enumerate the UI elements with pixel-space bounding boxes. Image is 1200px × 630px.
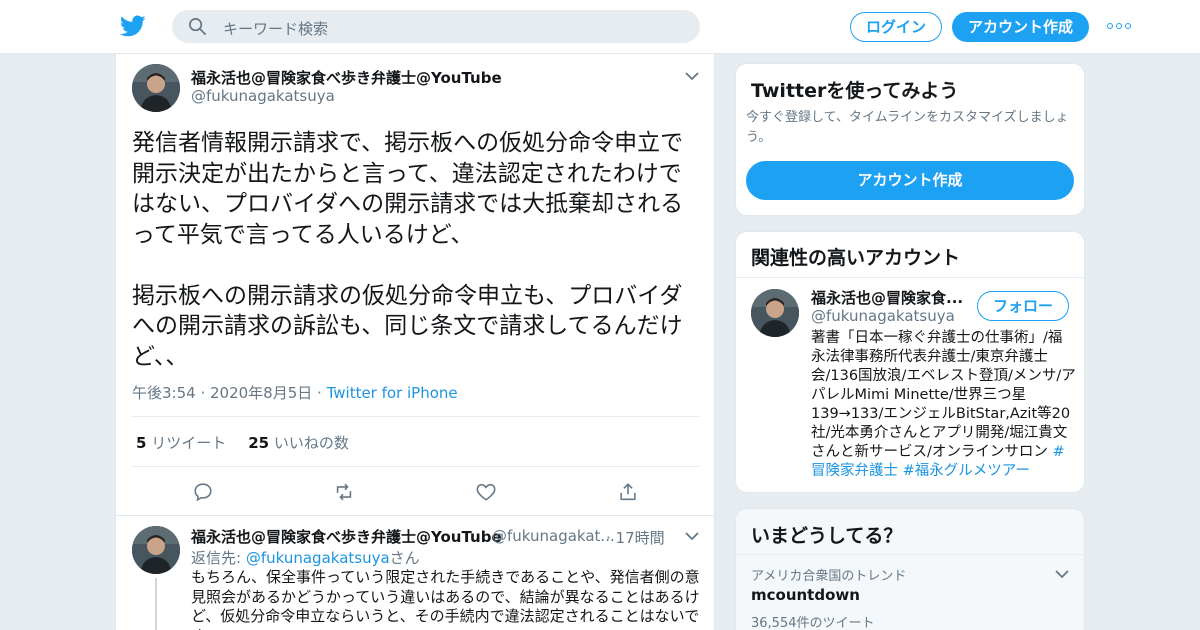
retweet-count[interactable]: 5 [136, 434, 146, 452]
reply-text: もちろん、保全事件っていう限定された手続きであることや、発信者側の意見照会がある… [191, 568, 700, 630]
heart-icon[interactable] [475, 481, 497, 503]
related-account-handle[interactable]: @fukunagakatsuya [811, 307, 955, 325]
trend-category: アメリカ合衆国のトレンド [751, 569, 907, 584]
search-placeholder[interactable]: キーワード検索 [223, 18, 328, 39]
tweet-source[interactable]: Twitter for iPhone [327, 384, 458, 402]
related-accounts-card: 関連性の高いアカウント 福永活也@冒険家食... @fukunagakatsuy… [735, 231, 1085, 493]
divider [131, 466, 700, 467]
related-card-title: 関連性の高いアカウント [751, 247, 961, 269]
avatar[interactable] [132, 64, 180, 112]
twitter-bird-icon[interactable] [120, 13, 146, 39]
reply-to-handle[interactable]: @fukunagakatsuya [246, 549, 390, 567]
reply-author-name[interactable]: 福永活也@冒険家食べ歩き弁護士@YouTube [191, 526, 502, 547]
retweet-icon[interactable] [333, 481, 355, 503]
signup-button[interactable]: アカウント作成 [952, 12, 1089, 42]
more-dots-icon[interactable] [1107, 23, 1131, 31]
avatar[interactable] [751, 289, 799, 337]
like-count[interactable]: 25 [248, 434, 269, 452]
signup-card: Twitterを使ってみよう 今すぐ登録して、タイムラインをカスタマイズしましょ… [735, 63, 1085, 216]
related-account-name[interactable]: 福永活也@冒険家食... [811, 287, 963, 308]
divider [116, 515, 714, 516]
tweet-author-name[interactable]: 福永活也@冒険家食べ歩き弁護士@YouTube [191, 67, 502, 88]
top-navigation-bar: キーワード検索 ログイン アカウント作成 [0, 0, 1200, 54]
trends-card: いまどうしてる？ アメリカ合衆国のトレンド mcountdown 36,554件… [735, 508, 1085, 630]
chevron-down-icon[interactable] [685, 531, 699, 541]
signup-card-subtitle: 今すぐ登録して、タイムラインをカスタマイズしましょう。 [746, 110, 1069, 145]
tweet-meta: 午後3:54 · 2020年8月5日 · Twitter for iPhone [132, 384, 458, 402]
reply-to-suffix: さん [389, 549, 420, 567]
divider [736, 277, 1084, 278]
trend-tweet-count: 36,554件のツイート [751, 616, 875, 630]
tweet-date[interactable]: 2020年8月5日 [210, 384, 312, 402]
thread-line [155, 578, 157, 630]
chevron-down-icon[interactable] [1055, 569, 1069, 579]
tweet-time[interactable]: 午後3:54 [132, 384, 196, 402]
reply-to-label: 返信先: [191, 549, 242, 567]
divider [736, 554, 1084, 555]
hashtag-link[interactable]: #福永グルメツアー [903, 463, 1030, 479]
related-account-bio: 著書「日本一稼ぐ弁護士の仕事術」/福永法律事務所代表弁護士/東京弁護士会/136… [811, 329, 1076, 481]
signup-card-button[interactable]: アカウント作成 [746, 161, 1074, 200]
reply-time-value[interactable]: 17時間 [616, 529, 665, 547]
signup-card-title: Twitterを使ってみよう [751, 80, 959, 102]
reply-time[interactable]: · 17時間 [606, 527, 665, 548]
follow-button[interactable]: フォロー [977, 291, 1069, 321]
trend-name[interactable]: mcountdown [751, 586, 860, 604]
tweet-text: 発信者情報開示請求で、掲示板への仮処分命令申立で 開示決定が出たからと言って、違… [132, 130, 684, 370]
like-label[interactable]: いいねの数 [274, 434, 349, 452]
reply-to-line: 返信先: @fukunagakatsuyaさん [191, 547, 420, 568]
avatar[interactable] [132, 526, 180, 574]
reply-author-handle[interactable]: @fukunagakat... [492, 527, 615, 545]
retweet-label[interactable]: リツイート [151, 434, 226, 452]
divider [131, 416, 700, 417]
trends-card-title: いまどうしてる？ [751, 525, 903, 547]
share-icon[interactable] [617, 481, 639, 503]
reply-icon[interactable] [192, 481, 214, 503]
tweet-stats: 5 リツイート 25 いいねの数 [136, 432, 349, 453]
tweet-column: 福永活也@冒険家食べ歩き弁護士@YouTube @fukunagakatsuya… [115, 54, 715, 630]
search-box[interactable]: キーワード検索 [172, 10, 700, 43]
search-icon [189, 18, 206, 35]
login-button[interactable]: ログイン [850, 12, 942, 42]
bio-text: 著書「日本一稼ぐ弁護士の仕事術」/福永法律事務所代表弁護士/東京弁護士会/136… [811, 330, 1076, 460]
tweet-author-handle[interactable]: @fukunagakatsuya [191, 87, 335, 105]
chevron-down-icon[interactable] [685, 71, 699, 81]
